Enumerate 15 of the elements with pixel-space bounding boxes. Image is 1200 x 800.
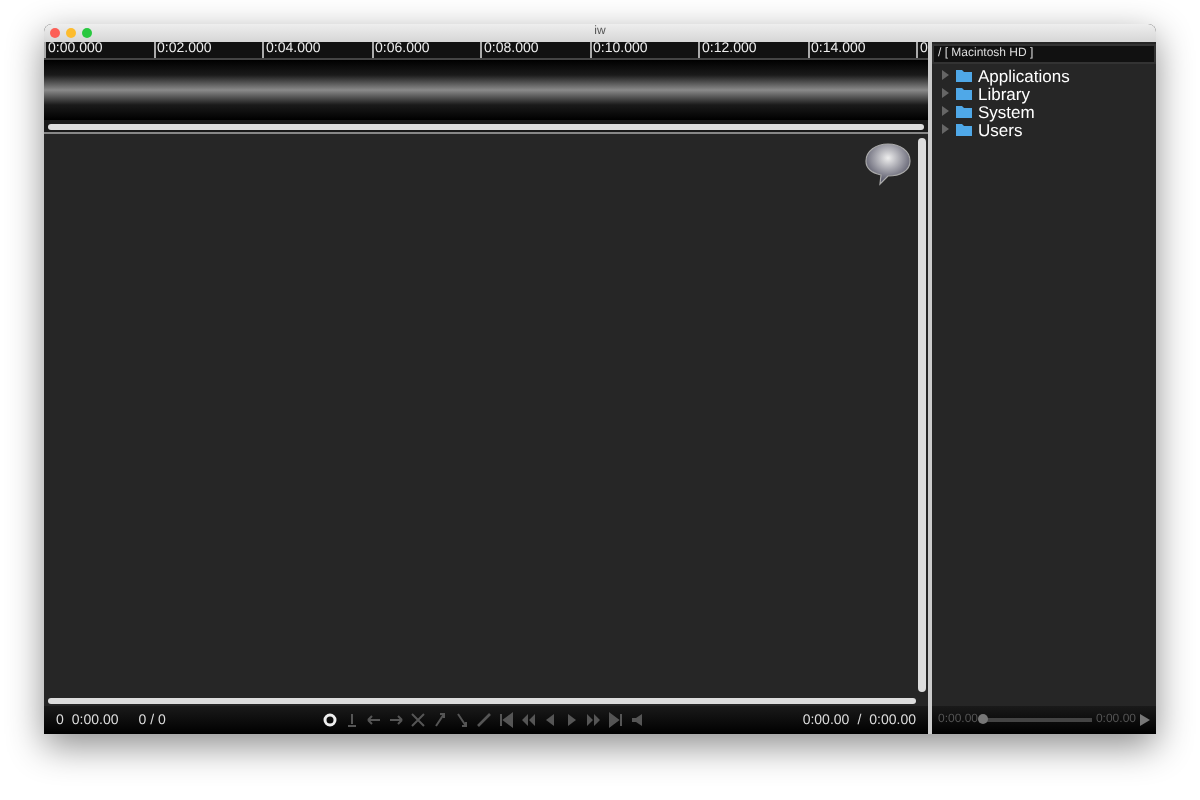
disclosure-triangle-icon[interactable] (940, 70, 950, 80)
folder-name[interactable]: Applications (978, 65, 1070, 85)
folder-name[interactable]: Library (978, 83, 1030, 103)
zoom-button[interactable] (82, 28, 92, 38)
folder-name[interactable]: Users (978, 119, 1023, 139)
folder-name[interactable]: System (978, 101, 1035, 121)
disclosure-triangle-icon[interactable] (940, 106, 950, 116)
speech-bubble-icon (864, 142, 912, 186)
scrollbar-thumb[interactable] (918, 138, 926, 692)
scrollbar-thumb[interactable] (48, 698, 916, 704)
play-icon[interactable] (1140, 714, 1150, 726)
scrollbar-thumb[interactable] (48, 123, 924, 129)
disclosure-triangle-icon[interactable] (940, 124, 950, 134)
close-button[interactable] (50, 28, 60, 38)
disclosure-triangle-icon[interactable] (940, 88, 950, 98)
